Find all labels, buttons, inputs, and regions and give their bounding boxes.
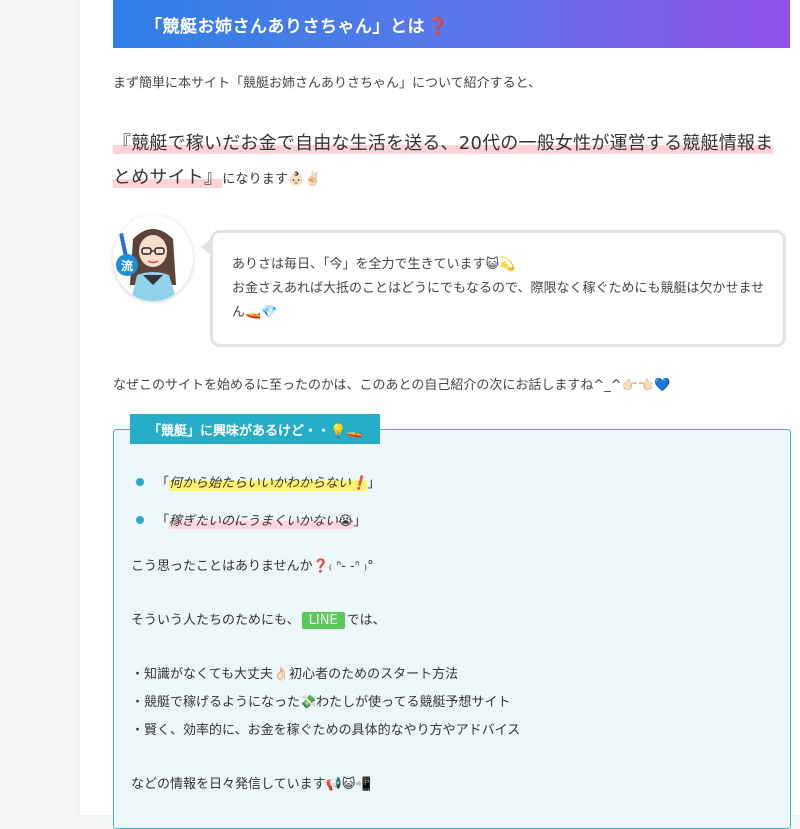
avatar: 流 [113,215,193,301]
speech-bubble: ありさは毎日、「今」を全力で生きています😺💫 お金さえあれば大抵のことはどうにで… [201,230,786,347]
bullet-item-2: 「稼ぎたいのにうまくいかない😭」 [136,510,366,529]
bullet-item-1: 「何から始たらいいかわからない❗」 [136,472,380,491]
avatar-illustration: 流 [113,215,193,301]
exclamation-icon: ❗ [351,476,368,491]
speech-line-2: お金さえあれば大抵のことはどうにでもなるので、際限なく稼ぐためにも競艇は欠かせま… [232,281,765,320]
speech-line-1: ありさは毎日、「今」を全力で生きています😺💫 [232,257,516,272]
list-item-1: ・知識がなくても大丈夫👌🏻初心者のためのスタート方法 [131,667,459,682]
intro-text: まず簡単に本サイト「競艇お姉さんありさちゃん」について紹介すると、 [113,76,542,91]
callout-title: 「競艇」に興味があるけど・・💡🚤 [130,414,381,444]
why-text: なぜこのサイトを始めるに至ったのかは、このあとの自己紹介の次にお話しますね^_^… [113,378,671,393]
highlight-statement: 『競艇で稼いだお金で自由な生活を送る、20代の一般女性が運営する競艇情報まとめサ… [113,127,783,197]
bullet-2-text: 稼ぎたいのにうまくいかない😭 [169,510,354,529]
outro-text: などの情報を日々発信しています📢😺📲 [131,777,372,792]
question-line: こう思ったことはありませんか❓₍ ᐢ- -ᐢ ₎° [131,559,374,574]
avatar-badge: 流 [121,258,133,273]
line-badge[interactable]: LINE [301,612,345,629]
bullet-1-text: 何から始たらいいかわからない [169,476,352,491]
list-item-2: ・競艇で稼げるようになった💸わたしが使ってる競艇予想サイト [131,695,511,710]
bullet-dot-icon [136,515,144,524]
question-mark-icon: ❓ [427,16,449,37]
bullet-dot-icon [136,477,144,486]
list-item-3: ・賢く、効率的に、お金を稼ぐための具体的なやり方やアドバイス [131,723,521,738]
line-promo: そういう人たちのためにも、 LINE では、 [131,612,386,629]
highlight-text: 『競艇で稼いだお金で自由な生活を送る、20代の一般女性が運営する競艇情報まとめサ… [113,133,774,188]
section-heading-text: 「競艇お姉さんありさちゃん」とは [145,16,425,37]
section-heading: 「競艇お姉さんありさちゃん」とは ❓ [113,0,790,48]
highlight-tail: になります👶🏻✌🏻 [222,172,321,187]
